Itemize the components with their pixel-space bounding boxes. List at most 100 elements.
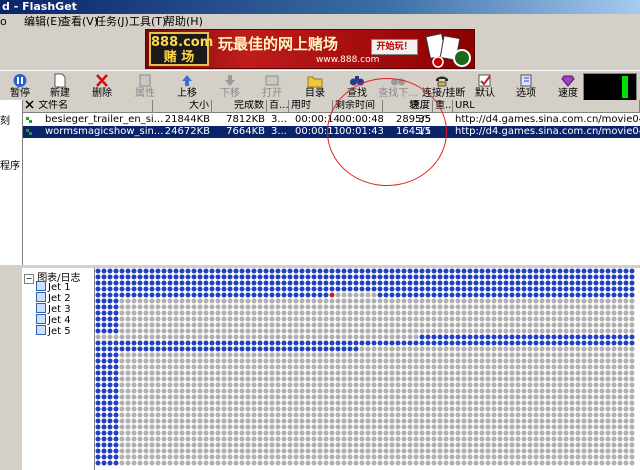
directory-button[interactable]: 目录 [295, 73, 335, 101]
block-cell [449, 328, 455, 334]
block-cell [395, 364, 401, 370]
block-cell [215, 436, 221, 442]
block-cell [461, 334, 467, 340]
block-cell [389, 346, 395, 352]
block-cell [587, 370, 593, 376]
block-cell [191, 400, 197, 406]
category-pane[interactable]: 刻 程序 [0, 100, 23, 265]
block-cell [119, 448, 125, 454]
block-cell [383, 388, 389, 394]
cell-url: http://d4.games.sina.com.cn/movie040214/… [455, 126, 640, 137]
menu-item-task[interactable]: 任务(J) [95, 14, 129, 29]
graph-tree[interactable]: − 图表/日志 Jet 1 Jet 2 Jet 3 Jet 4 Jet 5 [22, 268, 95, 470]
close-icon [25, 100, 34, 109]
speed-button[interactable]: 速度 [548, 73, 588, 101]
block-cell [335, 442, 341, 448]
block-cell [353, 436, 359, 442]
block-cell [233, 370, 239, 376]
block-cell [131, 430, 137, 436]
tree-item-jet[interactable]: Jet 5 [36, 325, 71, 337]
col-header-filename[interactable]: 文件名 [23, 100, 153, 112]
block-cell [227, 424, 233, 430]
block-cell [149, 346, 155, 352]
move-up-button[interactable]: 上移 [167, 73, 207, 101]
options-button[interactable]: 选项 [506, 73, 546, 101]
menu-item-edit[interactable]: 编辑(E) [24, 14, 62, 29]
move-down-button[interactable]: 下移 [210, 73, 250, 101]
block-cell [533, 322, 539, 328]
block-cell [155, 334, 161, 340]
block-cell [425, 418, 431, 424]
block-cell [143, 274, 149, 280]
block-cell [485, 286, 491, 292]
block-cell [155, 274, 161, 280]
pause-button[interactable]: 暂停 [0, 73, 40, 101]
ad-banner[interactable]: 888.com 赌 场 玩最佳的网上赌场 开始玩！ www.888.com [145, 29, 475, 69]
block-cell [509, 400, 515, 406]
properties-button[interactable]: 属性 [125, 73, 165, 101]
block-cell [485, 322, 491, 328]
col-header-size[interactable]: 大小 [153, 100, 212, 112]
block-cell [419, 298, 425, 304]
block-cell [569, 286, 575, 292]
menu-item-file[interactable]: o [0, 14, 7, 29]
default-button[interactable]: 默认 [465, 73, 505, 101]
block-cell [623, 400, 629, 406]
block-cell [557, 358, 563, 364]
block-cell [161, 286, 167, 292]
block-cell [245, 298, 251, 304]
block-cell [317, 430, 323, 436]
block-cell [275, 394, 281, 400]
new-button[interactable]: 新建 [40, 73, 80, 101]
menu-item-tools[interactable]: 工具(T) [129, 14, 166, 29]
block-cell [425, 382, 431, 388]
block-cell [323, 268, 329, 274]
block-cell [119, 340, 125, 346]
block-cell [305, 436, 311, 442]
block-cell [263, 430, 269, 436]
block-cell [371, 418, 377, 424]
menu-item-view[interactable]: 查看(V) [60, 14, 98, 29]
block-cell [413, 274, 419, 280]
block-cell [137, 340, 143, 346]
block-cell [389, 316, 395, 322]
block-cell [605, 448, 611, 454]
block-cell [287, 340, 293, 346]
block-cell [299, 412, 305, 418]
block-cell [443, 418, 449, 424]
banner-play-button[interactable]: 开始玩！ [371, 39, 418, 55]
block-cell [359, 286, 365, 292]
collapse-icon[interactable]: − [24, 274, 34, 284]
block-cell [131, 412, 137, 418]
block-cell [353, 316, 359, 322]
category-label-programs[interactable]: 程序 [0, 157, 20, 172]
block-cell [329, 412, 335, 418]
block-cell [167, 358, 173, 364]
block-cell [167, 430, 173, 436]
block-cell [149, 340, 155, 346]
block-cell [611, 364, 617, 370]
block-cell [173, 292, 179, 298]
block-cell [569, 424, 575, 430]
block-cell [209, 364, 215, 370]
block-cell [617, 316, 623, 322]
col-header-elapsed[interactable]: 用时 [289, 100, 333, 112]
col-header-done[interactable]: 完成数 [212, 100, 267, 112]
block-cell [107, 334, 113, 340]
block-cell [449, 268, 455, 274]
block-cell [383, 418, 389, 424]
col-header-url[interactable]: URL [453, 100, 640, 112]
col-header-percent[interactable]: 百... [267, 100, 289, 112]
menu-item-help[interactable]: 帮助(H) [164, 14, 203, 29]
block-cell [359, 460, 365, 466]
block-cell [251, 352, 257, 358]
block-cell [395, 406, 401, 412]
block-cell [413, 334, 419, 340]
block-cell [479, 340, 485, 346]
block-cell [599, 376, 605, 382]
block-cell [401, 412, 407, 418]
delete-button[interactable]: 删除 [82, 73, 122, 101]
open-button[interactable]: 打开 [252, 73, 292, 101]
block-cell [185, 304, 191, 310]
block-cell [95, 304, 101, 310]
